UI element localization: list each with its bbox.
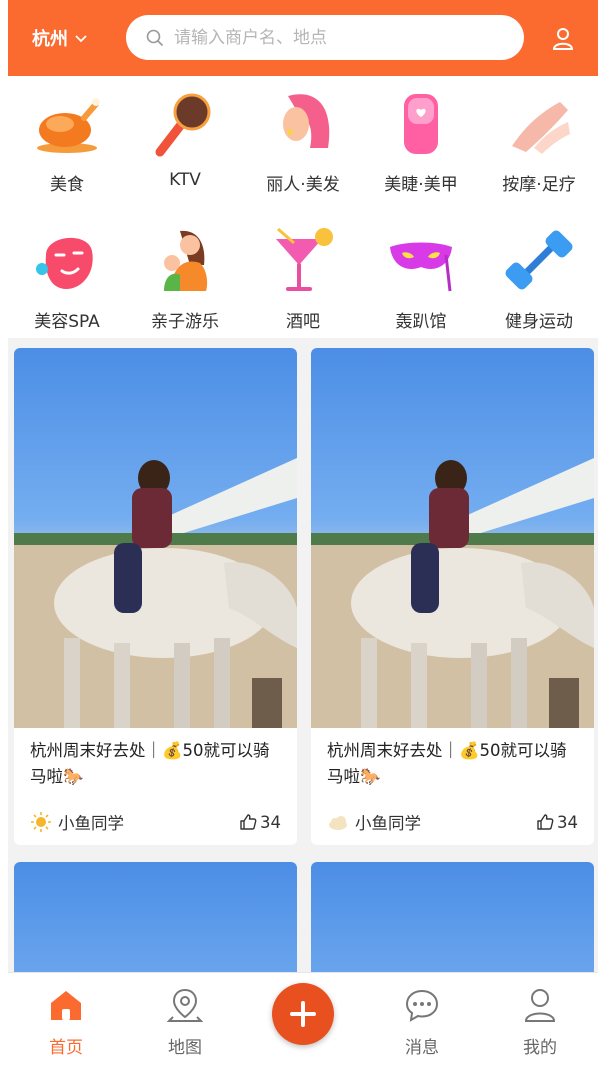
horse-riding-photo (14, 458, 297, 728)
user-icon (552, 28, 574, 50)
roast-chicken-icon (37, 98, 100, 153)
post-title: 杭州周末好去处｜💰50就可以骑马啦🐎 (327, 741, 567, 786)
publish-button[interactable] (272, 983, 334, 1045)
bottom-nav: 首页 地图 消息 我的 (8, 972, 598, 1071)
thumbs-up-icon (240, 814, 257, 830)
nail-icon (404, 94, 438, 154)
post-author[interactable]: 小鱼同学 (327, 810, 421, 834)
category-lash-nail[interactable]: 美睫·美甲 (362, 76, 480, 201)
face-mask-icon (36, 237, 93, 289)
dumbbell-icon (505, 230, 573, 290)
like-button[interactable]: 34 (536, 810, 578, 834)
phone-screen: 杭州 美食 KT (8, 0, 598, 1071)
category-label: 按摩·足疗 (502, 175, 576, 195)
home-icon (51, 991, 81, 1020)
search-icon (146, 29, 164, 46)
category-party-hall[interactable]: 轰趴馆 (362, 213, 480, 338)
top-bar: 杭州 (8, 0, 598, 76)
category-label: 健身运动 (505, 312, 573, 332)
post-author[interactable]: 小鱼同学 (30, 810, 124, 834)
category-ktv[interactable]: KTV (126, 76, 244, 201)
profile-icon (524, 989, 556, 1022)
horse-riding-photo (311, 458, 594, 728)
category-label: 美食 (50, 175, 84, 195)
category-massage[interactable]: 按摩·足疗 (480, 76, 598, 201)
nav-label: 首页 (49, 1038, 83, 1058)
category-label: 丽人·美发 (266, 175, 340, 195)
like-count: 34 (260, 812, 281, 832)
chat-bubble-icon (405, 989, 439, 1022)
massage-hand-icon (512, 102, 570, 154)
nav-label: 地图 (168, 1038, 202, 1058)
category-label: KTV (169, 170, 201, 190)
post-photo (311, 348, 594, 728)
like-button[interactable]: 34 (239, 810, 281, 834)
post-title: 杭州周末好去处｜💰50就可以骑马啦🐎 (30, 741, 270, 786)
city-label: 杭州 (32, 29, 68, 50)
nav-messages[interactable]: 消息 (382, 985, 462, 1058)
user-button[interactable] (548, 24, 578, 54)
category-label: 酒吧 (286, 312, 320, 332)
search-input[interactable] (174, 27, 494, 48)
category-bar[interactable]: 酒吧 (244, 213, 362, 338)
category-label: 美睫·美甲 (384, 175, 458, 195)
category-food[interactable]: 美食 (8, 76, 126, 201)
woman-hair-icon (283, 94, 330, 148)
category-label: 美容SPA (34, 312, 100, 332)
nav-map[interactable]: 地图 (145, 985, 225, 1058)
map-pin-icon (167, 988, 203, 1022)
author-name: 小鱼同学 (58, 814, 124, 833)
nav-label: 我的 (523, 1038, 557, 1058)
category-spa[interactable]: 美容SPA (8, 213, 126, 338)
party-mask-icon (390, 242, 452, 292)
nav-home[interactable]: 首页 (26, 985, 106, 1058)
category-fitness[interactable]: 健身运动 (480, 213, 598, 338)
microphone-icon (155, 93, 211, 157)
city-selector[interactable]: 杭州 (32, 24, 88, 52)
like-count: 34 (557, 812, 578, 832)
nav-mine[interactable]: 我的 (500, 985, 580, 1058)
nav-label: 消息 (405, 1038, 439, 1058)
sun-avatar-icon (31, 812, 51, 832)
category-family-fun[interactable]: 亲子游乐 (126, 213, 244, 338)
post-card[interactable]: 杭州周末好去处｜💰50就可以骑马啦🐎 小鱼同学 34 (311, 348, 594, 845)
post-card[interactable]: 杭州周末好去处｜💰50就可以骑马啦🐎 小鱼同学 34 (14, 348, 297, 845)
category-label: 轰趴馆 (395, 312, 447, 332)
plus-icon (290, 1001, 316, 1027)
chevron-down-icon (75, 35, 87, 43)
thumbs-up-icon (537, 814, 554, 830)
author-name: 小鱼同学 (355, 814, 421, 833)
post-photo (14, 348, 297, 728)
post-feed: 杭州周末好去处｜💰50就可以骑马啦🐎 小鱼同学 34 杭州周末好去处｜💰50就可… (8, 338, 598, 992)
cocktail-icon (276, 227, 333, 291)
category-grid: 美食 KTV 丽人·美发 美睫·美甲 按摩·足疗 美容SPA 亲子游乐 酒吧 轰… (8, 76, 598, 338)
search-box[interactable] (126, 15, 524, 60)
mother-child-icon (164, 230, 208, 291)
category-label: 亲子游乐 (151, 312, 219, 332)
category-beauty-hair[interactable]: 丽人·美发 (244, 76, 362, 201)
cloud-avatar-icon (329, 816, 347, 830)
